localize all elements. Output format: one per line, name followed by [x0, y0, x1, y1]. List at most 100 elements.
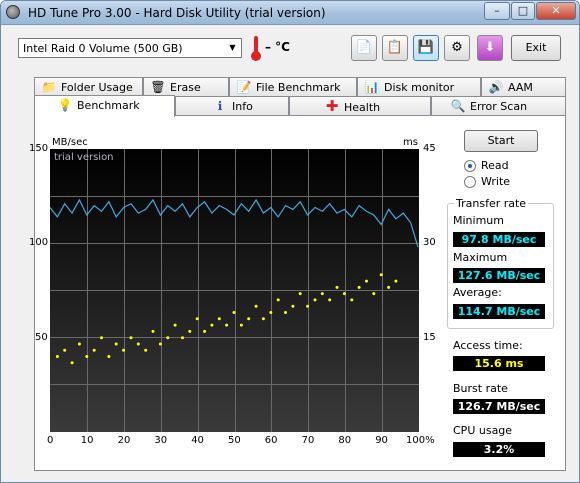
benchmark-plot [50, 198, 419, 365]
access-time-point [203, 329, 207, 333]
copy-screenshot-icon: 📋 [386, 40, 404, 55]
maximum-label: Maximum [453, 251, 508, 264]
tab-erase[interactable]: 🗑 Erase [143, 77, 229, 97]
burst-rate-label: Burst rate [453, 382, 508, 395]
copy-screenshot-button[interactable]: 📋 [382, 35, 408, 61]
access-time-point [136, 342, 140, 346]
access-time-point [100, 336, 103, 340]
health-cross-icon: ✚ [325, 97, 339, 115]
access-time-point [276, 298, 280, 302]
access-time-point [232, 311, 236, 314]
folder-icon: 📁 [41, 80, 57, 94]
tab-folder-usage[interactable]: 📁 Folder Usage [34, 77, 143, 97]
access-time-point [77, 342, 81, 346]
x-tick-label: 10 [80, 435, 94, 446]
tab-benchmark[interactable]: 💡 Benchmark [34, 95, 175, 117]
title-bar: HD Tune Pro 3.00 - Hard Disk Utility (tr… [1, 1, 579, 25]
tab-label: Health [344, 101, 381, 114]
x-tick-label: 50 [228, 435, 241, 446]
read-radio[interactable] [464, 160, 476, 172]
drive-select[interactable]: Intel Raid 0 Volume (500 GB) ▼ [18, 38, 242, 58]
access-time-point [239, 323, 243, 327]
average-value: 114.7 MB/sec [453, 304, 545, 319]
download-button[interactable]: ⬇ [477, 35, 503, 61]
tab-row-top: 📁 Folder Usage 🗑 Erase 📝 File Benchmark 📊 Di… [1, 77, 579, 97]
y-axis-right-label: ms [403, 137, 418, 148]
x-tick-label: 70 [301, 435, 315, 446]
gears-icon: ⚙ [451, 40, 463, 55]
access-time-point [291, 304, 295, 308]
access-time-point [328, 298, 332, 302]
y-tick-right: 15 [423, 332, 436, 343]
y-tick-right: 30 [423, 237, 436, 248]
x-tick-label: 60 [264, 435, 278, 446]
tab-info[interactable]: ℹ Info [175, 96, 289, 116]
lightbulb-icon: 💡 [57, 98, 73, 112]
tab-error-scan[interactable]: 🔍 Error Scan [431, 96, 566, 116]
access-time-point [217, 317, 221, 321]
access-time-point [158, 342, 162, 346]
access-time-point [254, 304, 258, 308]
access-time-point [107, 355, 111, 358]
tab-label: Erase [170, 81, 201, 94]
copy-text-button[interactable]: 📄 [351, 35, 377, 61]
access-time-point [320, 292, 324, 296]
access-time-point [298, 292, 302, 296]
access-time-point [365, 279, 368, 283]
tab-label: AAM [508, 81, 533, 94]
close-button[interactable]: ✕ [536, 2, 576, 20]
tab-label: Folder Usage [61, 81, 133, 94]
magnifier-icon: 🔍 [450, 99, 466, 113]
tab-disk-monitor[interactable]: 📊 Disk monitor [357, 77, 481, 97]
x-tick-label: 30 [154, 435, 168, 446]
x-tick-label: 40 [191, 435, 204, 446]
tab-label: Info [232, 100, 253, 113]
chevron-down-icon[interactable]: ▼ [226, 41, 239, 55]
start-button[interactable]: Start [464, 130, 538, 152]
access-time-point [188, 329, 192, 333]
thermometer-icon [251, 36, 261, 61]
access-time-point [129, 336, 133, 340]
tab-file-benchmark[interactable]: 📝 File Benchmark [229, 77, 357, 97]
options-button[interactable]: ⚙ [444, 35, 470, 61]
write-label[interactable]: Write [481, 175, 510, 188]
trial-watermark: trial version [54, 152, 114, 163]
transfer-rate-line [50, 198, 419, 248]
access-time-label: Access time: [453, 339, 523, 352]
toolbar: Intel Raid 0 Volume (500 GB) ▼ – °C 📄 📋 … [1, 26, 579, 72]
access-time-point [335, 285, 339, 289]
read-label[interactable]: Read [481, 159, 509, 172]
x-tick-label: 20 [117, 435, 131, 446]
app-icon [6, 5, 20, 19]
access-time-point [114, 342, 118, 346]
write-radio[interactable] [464, 176, 476, 188]
access-time-point [269, 311, 273, 314]
access-time-point [166, 336, 170, 340]
cpu-usage-value: 3.2% [453, 442, 545, 457]
arrow-down-icon: ⬇ [484, 40, 496, 55]
access-time-point [151, 329, 155, 333]
info-icon: ℹ [217, 99, 223, 113]
tab-health[interactable]: ✚ Health [289, 96, 431, 116]
y-tick-left: 150 [29, 143, 49, 154]
access-time-point [55, 355, 59, 358]
maximize-button[interactable]: □ [511, 2, 535, 20]
save-button[interactable]: 💾 [413, 35, 439, 61]
burst-rate-value: 126.7 MB/sec [453, 399, 545, 414]
access-time-point [342, 292, 346, 296]
access-time-point [261, 317, 265, 321]
tab-aam[interactable]: 🔊 AAM [481, 77, 566, 97]
maximum-value: 127.6 MB/sec [453, 268, 545, 283]
drive-select-value: Intel Raid 0 Volume (500 GB) [23, 42, 183, 55]
access-time-point [284, 311, 287, 314]
transfer-rate-title: Transfer rate [454, 197, 529, 210]
x-tick-label: 80 [338, 435, 352, 446]
access-time-point [181, 336, 184, 340]
trash-icon: 🗑 [150, 80, 166, 94]
exit-button[interactable]: Exit [511, 35, 561, 61]
minimize-button[interactable]: – [484, 2, 510, 20]
y-tick-left: 50 [35, 332, 48, 343]
tab-label: File Benchmark [256, 81, 341, 94]
access-time-point [306, 304, 310, 308]
y-tick-left: 100 [29, 237, 49, 248]
